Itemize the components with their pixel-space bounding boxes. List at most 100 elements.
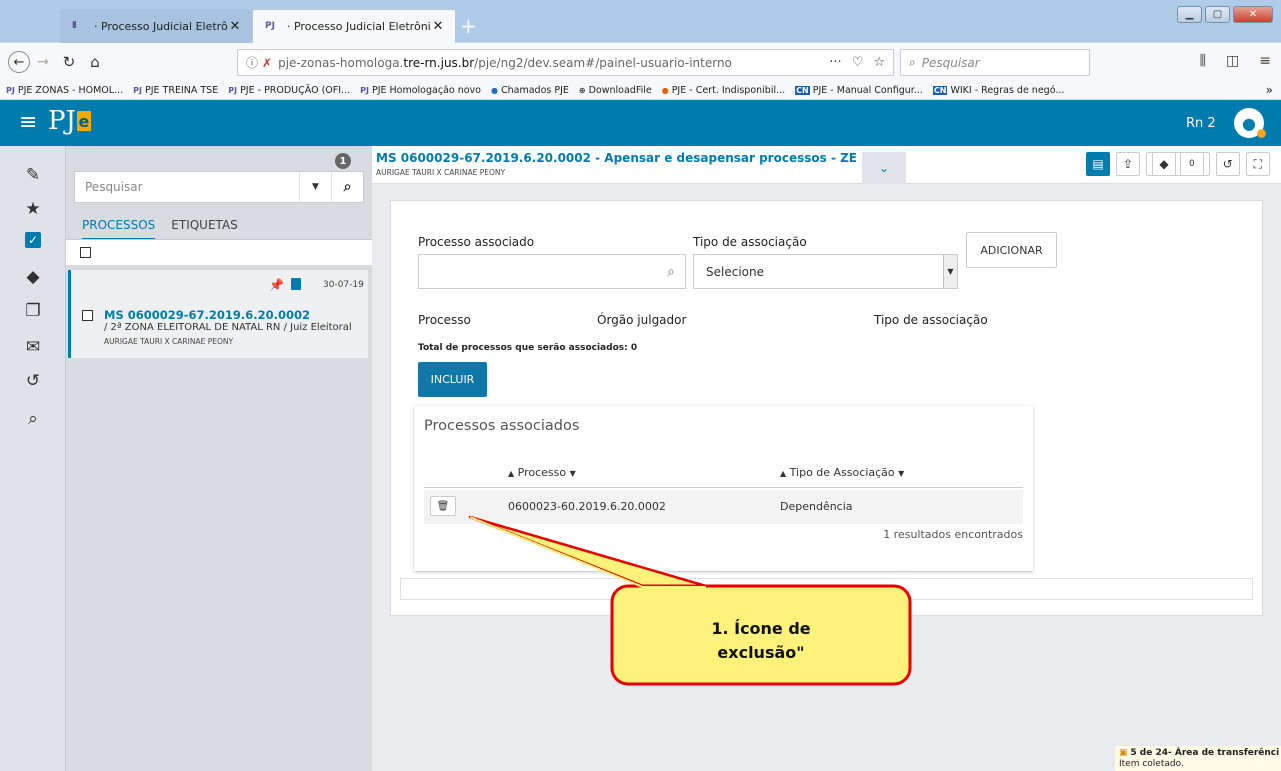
process-checkbox[interactable] [82,310,93,321]
firefox-favicon-icon: ● [661,85,669,95]
minimize-icon[interactable]: ▁ [1177,6,1202,23]
bookmark-item[interactable]: CN PJE - Manual Configur... [795,85,923,96]
bookmark-star-icon[interactable]: ☆ [873,55,885,70]
fullscreen-icon[interactable]: ⛶ [1245,152,1270,176]
pencil-icon[interactable]: ✎ [22,164,44,186]
close-icon[interactable]: ✕ [228,19,242,34]
browser-nav-bar: ← → ↻ ⌂ ⓘ ✗ pje-zonas-homologa.tre-rn.ju… [0,43,1281,81]
home-icon[interactable]: ⌂ [82,49,108,75]
tags-icon[interactable]: ◆ [22,266,44,288]
reload-icon[interactable]: ↻ [56,49,82,75]
tag-count-button[interactable]: ◆ 0 [1146,152,1210,176]
count-badge: 1 [335,153,351,169]
process-number[interactable]: MS 0600029-67.2019.6.20.0002 [104,308,310,322]
clipboard-notification[interactable]: ▣ 5 de 24- Área de transferênci Item col… [1115,746,1281,771]
insecure-lock-icon: ✗ [262,55,273,70]
chevron-down-icon[interactable]: ⌄ [862,152,906,184]
pje-favicon-icon: PJ [133,85,142,95]
browser-tab-2[interactable]: PJ · Processo Judicial Eletrônico - ✕ [252,9,456,43]
select-all-checkbox[interactable] [80,247,91,258]
divider [424,487,1023,488]
search-icon[interactable]: ⌕ [22,408,44,430]
sort-header-processo[interactable]: ▲ Processo ▼ [508,466,576,479]
col-tipo-associacao: Tipo de associação [874,313,988,327]
clipboard-icon: ▣ [1119,748,1128,758]
process-parts: AURIGAE TAURI X CARINAE PEONY [104,337,234,346]
detail-toolbar: ▤ ⇪ ◆ 0 ↺ ⛶ [1086,152,1270,176]
row-tipo: Dependência [780,500,853,513]
document-icon[interactable] [291,278,301,290]
pin-icon[interactable]: 📌 [269,278,284,292]
tipo-associacao-select[interactable]: Selecione ▼ [693,254,958,289]
browser-search-input[interactable]: ⌕ Pesquisar [900,49,1090,76]
total-associados-text: Total de processos que serão associados:… [418,343,638,353]
detail-parts: AURIGAE TAURI X CARINAE PEONY [376,168,506,177]
tag-icon: ◆ [1152,152,1176,176]
url-text: pje-zonas-homologa.tre-rn.jus.br/pje/ng2… [278,55,732,70]
pje-header: ≡ PJ e Rn 2 ● [0,100,1281,146]
processos-associados-panel: Processos associados ▲ Processo ▼ ▲ Tipo… [414,406,1033,571]
pje-logo[interactable]: PJ e [48,106,91,136]
table-row: 🗑 0600023-60.2019.6.20.0002 Dependência [424,490,1023,524]
search-icon: ⌕ [667,263,675,280]
bookmark-item[interactable]: ⊕ DownloadFile [579,85,652,96]
copy-icon[interactable]: ❐ [22,300,44,322]
avatar[interactable]: ● [1234,108,1266,138]
incluir-button[interactable]: INCLUIR [418,362,487,397]
adicionar-button[interactable]: ADICIONAR [966,232,1057,268]
row-processo: 0600023-60.2019.6.20.0002 [508,500,666,513]
bookmark-item[interactable]: CN WIKI - Regras de negó... [932,85,1064,96]
bookmark-item[interactable]: PJ PJE - PRODUÇÃO (OFI... [228,85,350,96]
tab-label: · Processo Judicial Eletrônico - [94,19,228,33]
share-icon[interactable]: ⇪ [1116,152,1140,176]
info-icon[interactable]: ⓘ [246,54,258,71]
user-icon: ● [1242,113,1256,133]
new-tab-icon[interactable]: + [460,14,477,38]
document-view-icon[interactable]: ▤ [1086,152,1110,176]
maximize-icon[interactable]: ▢ [1205,6,1230,23]
library-icon[interactable]: ⫼ [1200,53,1206,69]
hamburger-menu-icon[interactable]: ≡ [19,110,37,135]
section-title: Processos associados [424,418,580,434]
history-icon[interactable]: ↺ [1215,152,1240,176]
trash-icon[interactable]: 🗑 [430,496,456,516]
bookmarks-overflow-icon[interactable]: » [1266,83,1273,97]
browser-tab-1[interactable]: ▮ · Processo Judicial Eletrônico - ✕ [60,9,252,43]
bookmark-item[interactable]: PJ PJE ZONAS - HOMOL... [6,85,123,96]
star-icon[interactable]: ★ [22,198,44,220]
window-controls: ▁ ▢ ✕ [1177,6,1273,23]
bookmark-item[interactable]: ● PJE - Cert. Indisponibil... [662,85,785,96]
forward-arrow-icon[interactable]: → [30,49,56,75]
close-icon[interactable]: ✕ [431,19,445,34]
search-icon[interactable]: ⌕ [331,172,363,202]
history-icon[interactable]: ↺ [22,370,44,392]
results-count: 1 resultados encontrados [883,528,1023,541]
menu-icon[interactable]: ≡ [1259,53,1271,69]
bookmark-item[interactable]: ● Chamados PJE [491,85,569,96]
form-footer-bar [400,578,1253,600]
envelope-icon[interactable]: ✉ [22,336,44,358]
process-date: 30-07-19 [323,280,364,290]
checkbox-checked-icon[interactable]: ✓ [25,232,41,248]
sidebar-icon[interactable]: ◫ [1226,53,1239,69]
pje-favicon-icon: PJ [360,85,369,95]
tab-etiquetas[interactable]: ETIQUETAS [171,218,238,240]
bookmarks-bar: PJ PJE ZONAS - HOMOL... PJ PJE TREINA TSE … [0,81,1281,100]
process-orgao: / 2ª ZONA ELEITORAL DE NATAL RN / Juiz E… [104,322,352,333]
more-actions-icon[interactable]: ··· [829,55,841,70]
caret-down-icon[interactable]: ▼ [299,172,331,202]
process-card[interactable]: 📌 30-07-19 MS 0600029-67.2019.6.20.0002 … [68,270,368,358]
bookmark-item[interactable]: PJ PJE Homologação novo [360,85,481,96]
pocket-icon[interactable]: ♡ [852,55,864,70]
bookmark-item[interactable]: PJ PJE TREINA TSE [133,85,218,96]
window-close-icon[interactable]: ✕ [1233,6,1273,23]
url-bar[interactable]: ⓘ ✗ pje-zonas-homologa.tre-rn.jus.br/pje… [237,49,894,76]
tab-processos[interactable]: PROCESSOS [82,218,156,240]
process-search-input[interactable]: Pesquisar [75,180,299,194]
sort-header-tipo[interactable]: ▲ Tipo de Associação ▼ [780,466,904,479]
cnj-favicon-icon: CN [795,85,810,95]
tab-label: · Processo Judicial Eletrônico - [287,20,431,33]
processo-associado-input[interactable]: ⌕ [418,254,686,289]
back-arrow-icon[interactable]: ← [8,51,30,73]
user-name[interactable]: Rn 2 [1186,116,1216,131]
